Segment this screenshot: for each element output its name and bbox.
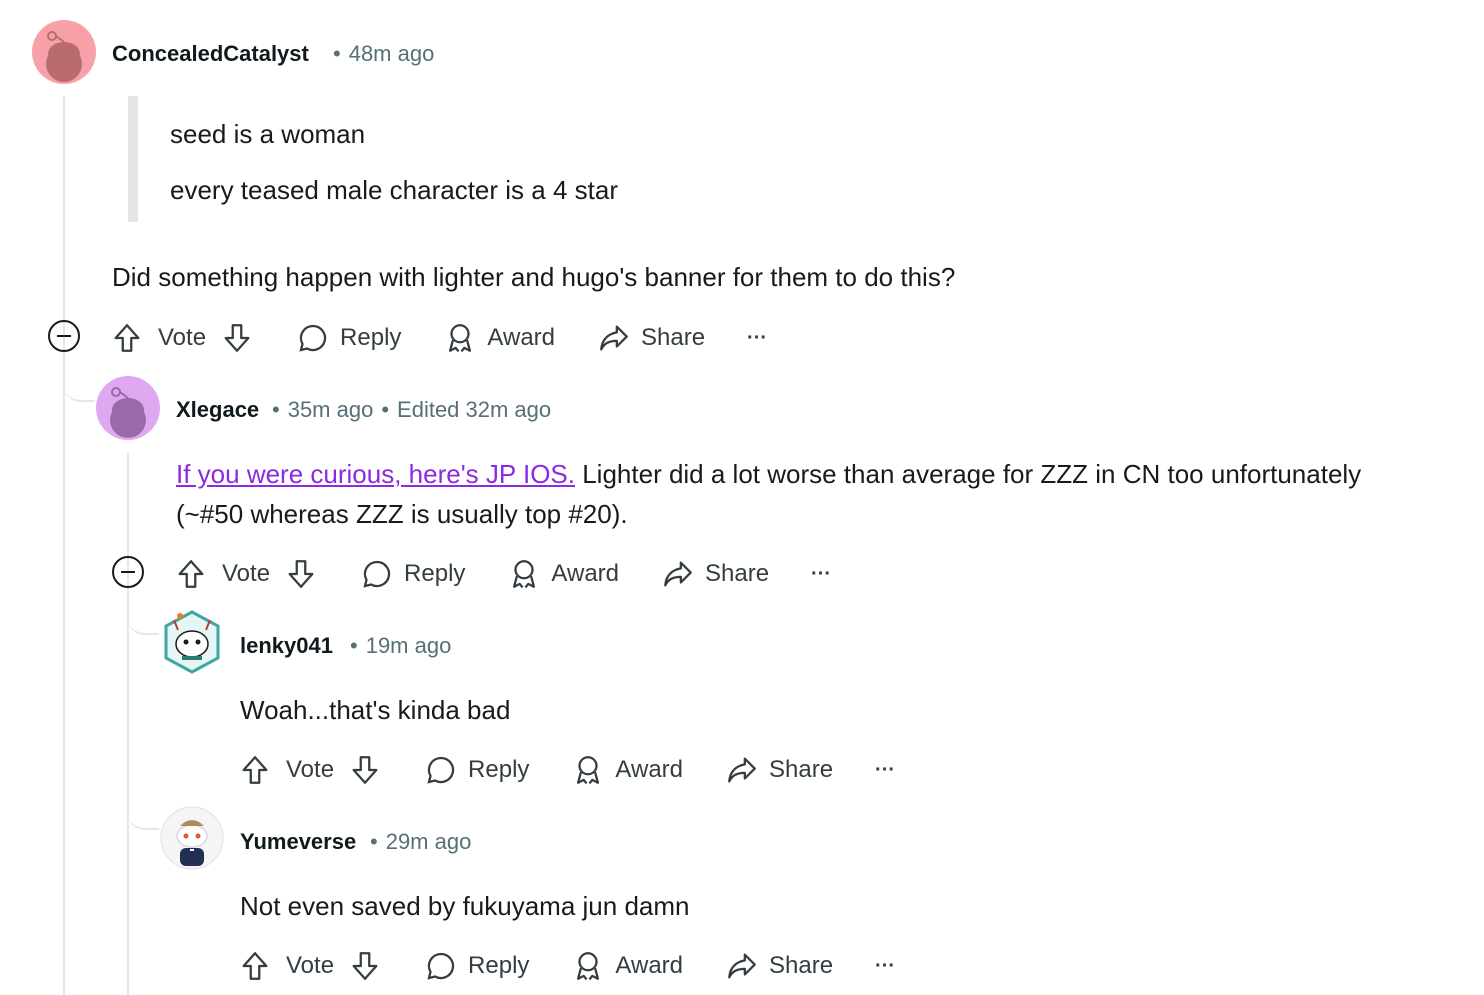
award-icon [449,324,472,353]
reply-button[interactable]: Reply [360,557,465,591]
reply-icon [427,952,455,980]
reply-button[interactable]: Reply [296,321,401,355]
downvote-icon[interactable] [348,949,382,983]
reply-label: Reply [468,952,530,979]
thread-connector [127,800,159,830]
avatar[interactable] [160,806,224,870]
share-icon [664,561,692,587]
comment-text-part: Lighter did a lot worse than average for… [575,459,1362,489]
comment-time: 48m ago [348,41,435,66]
comment-actions: Vote Reply Award Share ··· [238,944,895,988]
share-button[interactable]: Share [597,321,705,355]
quote-line: seed is a woman [170,119,366,149]
award-label: Award [615,756,683,783]
snoo-avatar-icon [160,806,224,870]
avatar[interactable] [96,376,160,440]
vote-label: Vote [222,560,271,587]
comment-text: If you were curious, here's JP IOS. Ligh… [176,454,1466,534]
comment-text: Did something happen with lighter and hu… [112,262,956,292]
comment-actions: Vote Reply Award Share ··· [238,748,895,792]
thread-connector [63,370,95,402]
more-options-icon[interactable]: ··· [875,759,895,782]
downvote-icon[interactable] [348,753,382,787]
collapse-button[interactable] [48,320,80,352]
comment-username[interactable]: lenky041 [240,633,333,659]
collapse-button[interactable] [112,556,144,588]
award-button[interactable]: Award [571,753,683,787]
more-options-icon[interactable]: ··· [747,327,767,350]
share-label: Share [641,324,706,351]
quote-bar [128,96,138,222]
comment-username[interactable]: Xlegace [176,397,259,423]
thread-line-level2[interactable] [127,452,129,995]
comment-meta: • 19m ago [350,633,452,658]
comment-edited: Edited 32m ago [397,397,552,422]
avatar[interactable] [32,20,96,84]
comment-username[interactable]: ConcealedCatalyst [112,41,309,67]
reply-label: Reply [468,756,530,783]
comment-link[interactable]: If you were curious, here's JP IOS. [176,459,575,489]
share-icon [728,757,756,783]
share-button[interactable]: Share [725,949,833,983]
upvote-icon[interactable] [238,949,272,983]
comment-time: 29m ago [385,829,472,854]
downvote-icon[interactable] [220,321,254,355]
snoo-avatar-icon [110,387,146,438]
comment-time: 19m ago [365,633,452,658]
thread-line-level1[interactable] [63,96,65,995]
reply-icon [363,560,391,588]
vote-group: Vote [174,557,318,591]
share-button[interactable]: Share [661,557,769,591]
reply-button[interactable]: Reply [424,949,529,983]
snoo-avatar-icon [46,31,82,82]
share-label: Share [769,952,834,979]
quote-line: every teased male character is a 4 star [170,175,618,205]
share-button[interactable]: Share [725,753,833,787]
more-options-icon[interactable]: ··· [875,955,895,978]
comment-actions: Vote Reply Award Share ··· [110,316,767,360]
vote-label: Vote [158,324,207,351]
reply-icon [299,324,327,352]
award-icon [577,952,600,981]
reply-icon [427,756,455,784]
reply-label: Reply [404,560,466,587]
reply-label: Reply [340,324,402,351]
vote-group: Vote [238,949,382,983]
award-button[interactable]: Award [571,949,683,983]
award-label: Award [615,952,683,979]
comment-actions: Vote Reply Award Share ··· [174,552,831,596]
comment-meta: • 35m ago • Edited 32m ago [272,397,552,422]
downvote-icon[interactable] [284,557,318,591]
award-button[interactable]: Award [443,321,555,355]
comment-meta: • 48m ago [333,41,435,66]
share-icon [600,325,628,351]
share-label: Share [705,560,770,587]
comment-meta: • 29m ago [370,829,472,854]
upvote-icon[interactable] [238,753,272,787]
award-label: Award [551,560,619,587]
comment-username[interactable]: Yumeverse [240,829,356,855]
share-label: Share [769,756,834,783]
award-label: Award [487,324,555,351]
upvote-icon[interactable] [110,321,144,355]
award-button[interactable]: Award [507,557,619,591]
thread-connector [127,605,159,635]
more-options-icon[interactable]: ··· [811,563,831,586]
custom-avatar-icon [164,610,220,674]
comment-text-part: (~#50 whereas ZZZ is usually top #20). [176,499,628,529]
vote-label: Vote [286,952,335,979]
comment-text: Not even saved by fukuyama jun damn [240,891,690,921]
award-icon [513,560,536,589]
vote-group: Vote [238,753,382,787]
avatar[interactable] [160,608,224,676]
share-icon [728,953,756,979]
comment-time: 35m ago [287,397,374,422]
award-icon [577,756,600,785]
upvote-icon[interactable] [174,557,208,591]
vote-group: Vote [110,321,254,355]
vote-label: Vote [286,756,335,783]
reply-button[interactable]: Reply [424,753,529,787]
comment-text: Woah...that's kinda bad [240,695,511,725]
